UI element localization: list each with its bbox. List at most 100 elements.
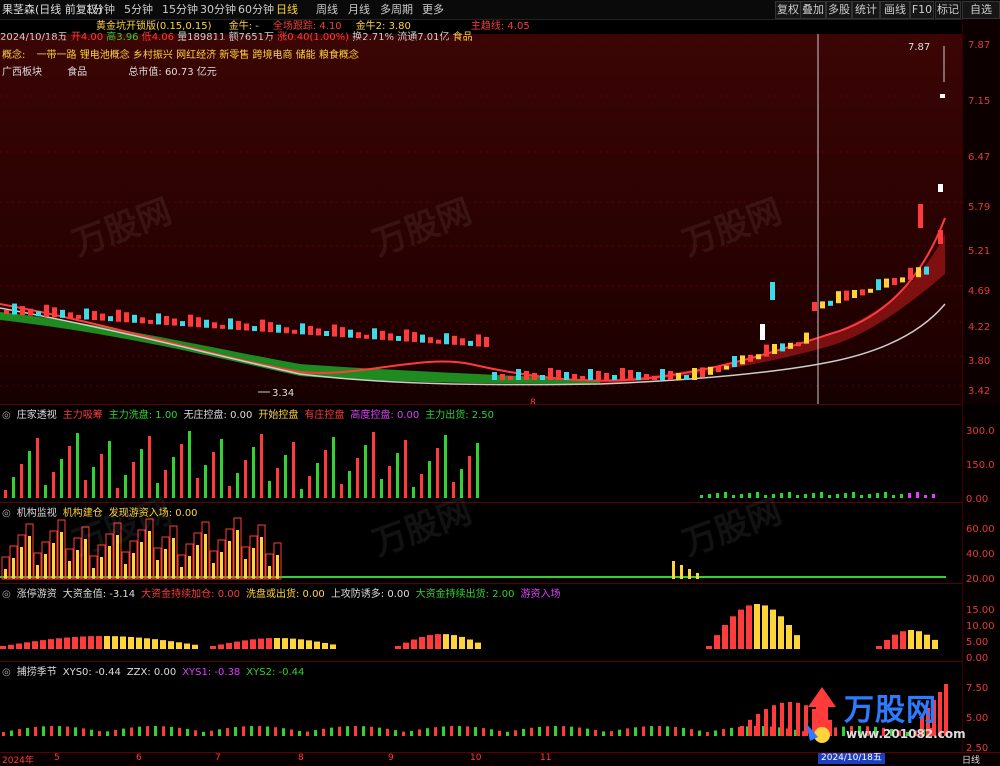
toolbar-button-7[interactable]: 自选 [962,1,1000,19]
tab-2[interactable]: 15分钟 [162,2,198,17]
tab-7[interactable]: 月线 [348,2,370,17]
volume-bar [884,492,887,498]
surge-candle [938,230,943,244]
inst-bar [132,553,135,579]
season-bar [226,728,229,736]
candle [28,308,33,316]
volume-bar [716,493,719,498]
candle [460,338,465,346]
date-label: 10 [470,753,482,763]
volume-bar [404,440,407,498]
capital-bar [242,640,248,649]
candle [412,332,417,343]
candle [676,373,681,380]
candle [844,290,849,301]
tab-1[interactable]: 5分钟 [124,2,153,17]
candle [732,356,737,367]
season-bar [370,726,373,736]
inst-bar [228,541,231,579]
toolbar-button-4[interactable]: 画线 [880,1,910,19]
season-bar [450,726,453,736]
candle [364,334,369,339]
season-bar [434,727,437,736]
inst-bar [36,565,39,579]
inst-bar [188,556,191,579]
candle [428,337,433,344]
red-band [600,234,945,384]
inst-bar [260,537,263,579]
capital-bar [722,625,728,649]
capital-bar [24,642,30,649]
capital-bar [435,634,441,649]
season-bar [698,730,701,736]
tab-8[interactable]: 多周期 [380,2,413,17]
capital-bar [403,642,409,649]
panel-tick: 10.00 [966,621,995,632]
toolbar-button-3[interactable]: 统计 [852,1,880,19]
volume-bar [196,478,199,498]
toolbar-button-5[interactable]: F10 [910,1,934,19]
volume-bar [908,493,911,498]
tab-9[interactable]: 更多 [422,2,444,17]
inst-bar [60,532,63,579]
volume-bar [844,493,847,498]
tab-4[interactable]: 60分钟 [238,2,274,17]
season-bar [194,730,197,736]
season-bar [346,726,349,736]
toolbar-button-1[interactable]: 叠加 [800,1,826,19]
volume-bar [468,456,471,498]
candle [788,342,793,349]
candle [852,290,857,298]
candle [404,329,409,342]
candle [484,337,489,347]
volume-bar [788,492,791,498]
volume-bar [292,442,295,498]
tab-6[interactable]: 周线 [316,2,338,17]
capital-bar [184,643,190,649]
tab-5[interactable]: 日线 [276,2,298,17]
volume-bar [868,494,871,498]
candle [804,332,809,344]
volume-bar [900,494,903,498]
season-bar [474,727,477,736]
candle [644,374,649,380]
inst-bar [672,561,675,579]
season-bar [378,727,381,736]
toolbar-button-6[interactable]: 标记 [935,1,961,19]
candle [796,342,801,347]
volume-bar [308,476,311,498]
candle [148,319,153,324]
volume-bar [204,465,207,498]
capital-bar [192,644,198,649]
candle [436,339,441,344]
inst-bar [244,559,247,579]
candle [36,311,41,317]
toolbar-button-2[interactable]: 多股 [826,1,852,19]
candle [20,306,25,316]
candle [828,300,833,306]
candle [532,373,537,380]
candle [524,371,529,380]
season-bar [418,729,421,736]
season-bar [610,731,613,736]
season-bar [514,730,517,736]
season-bar [106,731,109,736]
candle [180,321,185,327]
tab-3[interactable]: 30分钟 [200,2,236,17]
price-tick: 4.69 [968,286,991,297]
candle [316,328,321,336]
capital-bar [8,644,14,649]
volume-bar [60,459,63,498]
price-tick: 5.79 [968,202,991,213]
candle [908,267,913,280]
candle [196,317,201,328]
capital-bar [746,605,752,649]
season-bar [796,702,800,736]
volume-bar [388,466,391,498]
inst-bar [4,569,7,579]
candle [108,316,113,322]
tab-0[interactable]: 1分钟 [86,2,115,17]
inst-bar [212,563,215,579]
toolbar-button-0[interactable]: 复权 [775,1,801,19]
candle [604,373,609,380]
